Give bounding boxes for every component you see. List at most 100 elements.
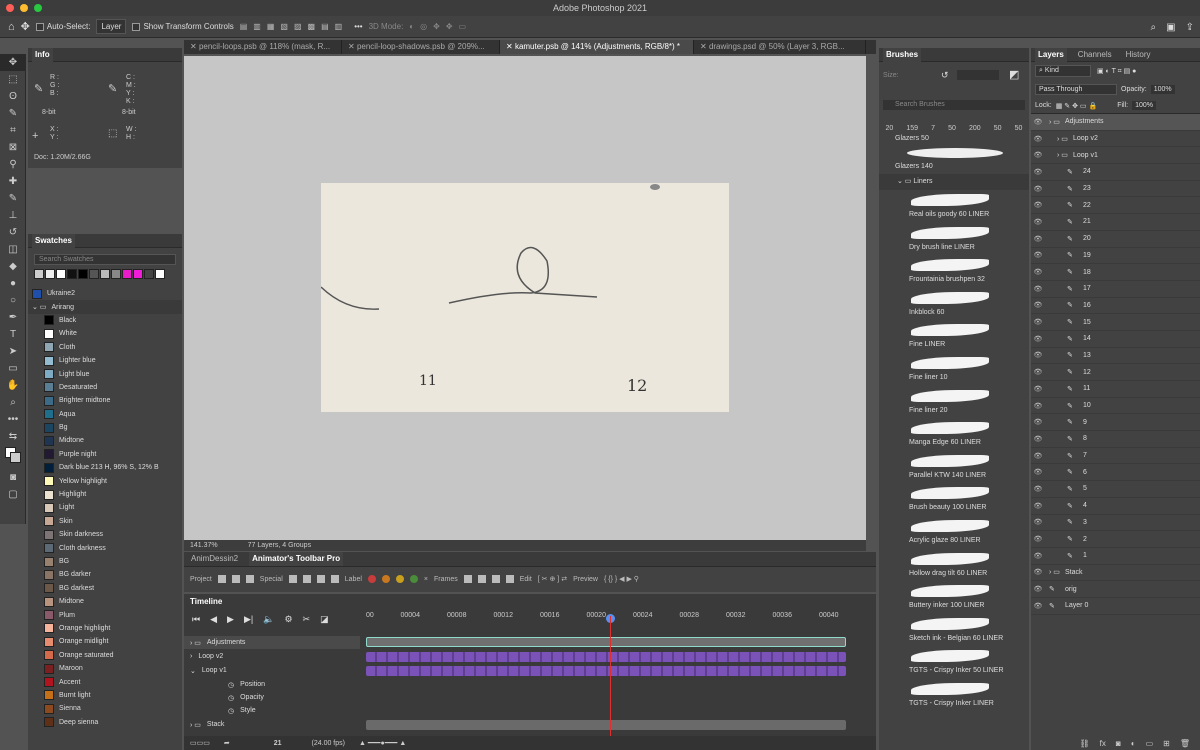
brush-item[interactable]: Brush beauty 100 LINER bbox=[879, 483, 1029, 516]
label-orange-icon[interactable] bbox=[381, 575, 390, 583]
doc-tab-2[interactable]: ✕ pencil-loop-shadows.psb @ 209%... bbox=[342, 40, 500, 54]
swatch-item[interactable]: Orange midlight bbox=[28, 635, 182, 648]
brush-item[interactable]: Sketch ink - Belgian 60 LINER bbox=[879, 614, 1029, 647]
layer-row[interactable]: 👁 ✎ 14 bbox=[1031, 331, 1200, 348]
swatch-item[interactable]: Dark blue 213 H, 96% S, 12% B bbox=[28, 461, 182, 474]
marquee-tool-icon[interactable]: ⬚ bbox=[0, 71, 26, 88]
swatch-item[interactable]: Midtone bbox=[28, 434, 182, 447]
layer-group-row[interactable]: 👁 › ▭ Loop v1 bbox=[1031, 147, 1200, 165]
frame-tool-icon[interactable] bbox=[491, 575, 500, 583]
layer-row[interactable]: 👁 ✎ 17 bbox=[1031, 281, 1200, 298]
opacity-input[interactable]: 100% bbox=[1150, 84, 1175, 94]
brush-preset[interactable]: 159 bbox=[906, 125, 918, 132]
layer-row[interactable]: 👁 ✎ 8 bbox=[1031, 431, 1200, 448]
swatch-item[interactable]: BG bbox=[28, 555, 182, 568]
swatch-item[interactable]: BG darkest bbox=[28, 582, 182, 595]
layer-row[interactable]: 👁 ✎ 3 bbox=[1031, 515, 1200, 532]
recent-swatch[interactable] bbox=[144, 269, 154, 279]
new-layer-icon[interactable]: ⊞ bbox=[1163, 739, 1170, 748]
brush-glazers-140[interactable]: Glazers 140 bbox=[879, 160, 1029, 174]
swatch-item[interactable]: Skin darkness bbox=[28, 528, 182, 541]
close-tab-icon[interactable]: ✕ bbox=[506, 42, 515, 51]
pen-tool-icon[interactable]: ✒ bbox=[0, 309, 26, 326]
lasso-tool-icon[interactable]: ʘ bbox=[0, 88, 26, 105]
new-brush-icon[interactable]: ◩ bbox=[1009, 68, 1019, 81]
visibility-eye-icon[interactable]: 👁 bbox=[1031, 502, 1045, 510]
layer-row[interactable]: 👁 ✎ 12 bbox=[1031, 364, 1200, 381]
blur-tool-icon[interactable]: ● bbox=[0, 275, 26, 292]
layer-row[interactable]: 👁 ✎ 20 bbox=[1031, 231, 1200, 248]
swatch-item[interactable]: Skin bbox=[28, 515, 182, 528]
link-icon[interactable]: ⛓ bbox=[1080, 739, 1090, 748]
track-loop-v2[interactable] bbox=[366, 652, 846, 662]
playhead[interactable] bbox=[610, 616, 611, 750]
layer-group-row[interactable]: 👁 › ▭ Stack bbox=[1031, 565, 1200, 582]
visibility-eye-icon[interactable]: 👁 bbox=[1031, 135, 1045, 143]
layer-row[interactable]: 👁 ✎ 16 bbox=[1031, 298, 1200, 315]
shape-tool-icon[interactable]: ▭ bbox=[0, 360, 26, 377]
brush-preset[interactable]: 50 bbox=[994, 125, 1002, 132]
next-frame-icon[interactable]: ▶| bbox=[244, 614, 253, 625]
visibility-eye-icon[interactable]: 👁 bbox=[1031, 235, 1045, 243]
swatch-item[interactable]: Orange highlight bbox=[28, 622, 182, 635]
swatch-item[interactable]: Deep sienna bbox=[28, 716, 182, 729]
doc-tab-3[interactable]: ✕ kamuter.psb @ 141% (Adjustments, RGB/8… bbox=[500, 40, 694, 54]
visibility-eye-icon[interactable]: 👁 bbox=[1031, 518, 1045, 526]
visibility-eye-icon[interactable]: 👁 bbox=[1031, 385, 1045, 393]
preview-tools-icon[interactable]: { {} } ◀ ▶ ⚲ bbox=[604, 575, 639, 583]
mode3d-icons[interactable]: ◐◎✥✥▭ bbox=[409, 22, 472, 31]
visibility-eye-icon[interactable]: 👁 bbox=[1031, 201, 1045, 209]
visibility-eye-icon[interactable]: 👁 bbox=[1031, 552, 1045, 560]
swatch-item[interactable]: Brighter midtone bbox=[28, 394, 182, 407]
type-tool-icon[interactable]: T bbox=[0, 326, 26, 343]
workspace-icon[interactable]: ▣ bbox=[1166, 22, 1175, 33]
layer-row[interactable]: 👁 ✎ Layer 0 bbox=[1031, 598, 1200, 615]
recent-swatch[interactable] bbox=[67, 269, 77, 279]
history-brush-tool-icon[interactable]: ↺ bbox=[0, 224, 26, 241]
recent-swatch[interactable] bbox=[111, 269, 121, 279]
bookmark-icon[interactable] bbox=[245, 575, 254, 583]
prev-frame-icon[interactable]: ◀ bbox=[210, 614, 217, 625]
swatch-group-arirang[interactable]: ⌄ ▭ Arirang bbox=[28, 300, 182, 314]
layer-row[interactable]: 👁 ✎ 21 bbox=[1031, 214, 1200, 231]
color-swatches-icon[interactable] bbox=[0, 445, 26, 469]
fx-icon[interactable]: fx bbox=[1100, 739, 1106, 748]
swatch-item[interactable]: Black bbox=[28, 314, 182, 327]
timeline-layer-stack[interactable]: › ▭ Stack bbox=[184, 718, 360, 731]
brush-preset[interactable]: 20 bbox=[886, 125, 894, 132]
visibility-eye-icon[interactable]: 👁 bbox=[1031, 185, 1045, 193]
visibility-eye-icon[interactable]: 👁 bbox=[1031, 335, 1045, 343]
track-loop-v1[interactable] bbox=[366, 666, 846, 676]
visibility-eye-icon[interactable]: 👁 bbox=[1031, 351, 1045, 359]
swatch-item[interactable]: Highlight bbox=[28, 488, 182, 501]
edit-tools-icon[interactable]: [ ✂ ⊕ ] ⇄ bbox=[538, 575, 567, 583]
visibility-eye-icon[interactable]: 👁 bbox=[1031, 151, 1045, 159]
info-tab[interactable]: Info bbox=[32, 47, 53, 62]
quick-select-tool-icon[interactable]: ✎ bbox=[0, 105, 26, 122]
move-tool-icon[interactable]: ✥ bbox=[0, 54, 26, 71]
visibility-eye-icon[interactable]: 👁 bbox=[1031, 402, 1045, 410]
layer-row[interactable]: 👁 ✎ 2 bbox=[1031, 531, 1200, 548]
swatch-item[interactable]: Burnt light bbox=[28, 689, 182, 702]
layer-row[interactable]: 👁 ✎ 7 bbox=[1031, 448, 1200, 465]
visibility-eye-icon[interactable]: 👁 bbox=[1031, 368, 1045, 376]
brush-item[interactable]: Acrylic glaze 80 LINER bbox=[879, 516, 1029, 549]
auto-select-checkbox[interactable] bbox=[35, 22, 44, 31]
recent-swatch[interactable] bbox=[133, 269, 143, 279]
layer-row[interactable]: 👁 ✎ 13 bbox=[1031, 348, 1200, 365]
move-tool-icon[interactable]: ✥ bbox=[21, 20, 30, 33]
new-project-icon[interactable] bbox=[217, 575, 226, 583]
layer-group-row[interactable]: 👁 › ▭ Adjustments bbox=[1031, 114, 1200, 131]
minimize-window-icon[interactable] bbox=[20, 4, 28, 12]
render-icon[interactable]: ➦ bbox=[224, 739, 230, 747]
visibility-eye-icon[interactable]: 👁 bbox=[1031, 435, 1045, 443]
blend-mode-dropdown[interactable]: Pass Through bbox=[1035, 83, 1117, 95]
doc-tab-1[interactable]: ✕ pencil-loops.psb @ 118% (mask, R... bbox=[184, 40, 342, 54]
swatch-item[interactable]: Plum bbox=[28, 608, 182, 621]
swatch-item[interactable]: Lighter blue bbox=[28, 354, 182, 367]
dodge-tool-icon[interactable]: ○ bbox=[0, 292, 26, 309]
visibility-eye-icon[interactable]: 👁 bbox=[1031, 318, 1045, 326]
recent-swatch[interactable] bbox=[34, 269, 44, 279]
doc-tab-4[interactable]: ✕ drawings.psd @ 50% (Layer 3, RGB... bbox=[694, 40, 866, 54]
layer-row[interactable]: 👁 ✎ 24 bbox=[1031, 164, 1200, 181]
